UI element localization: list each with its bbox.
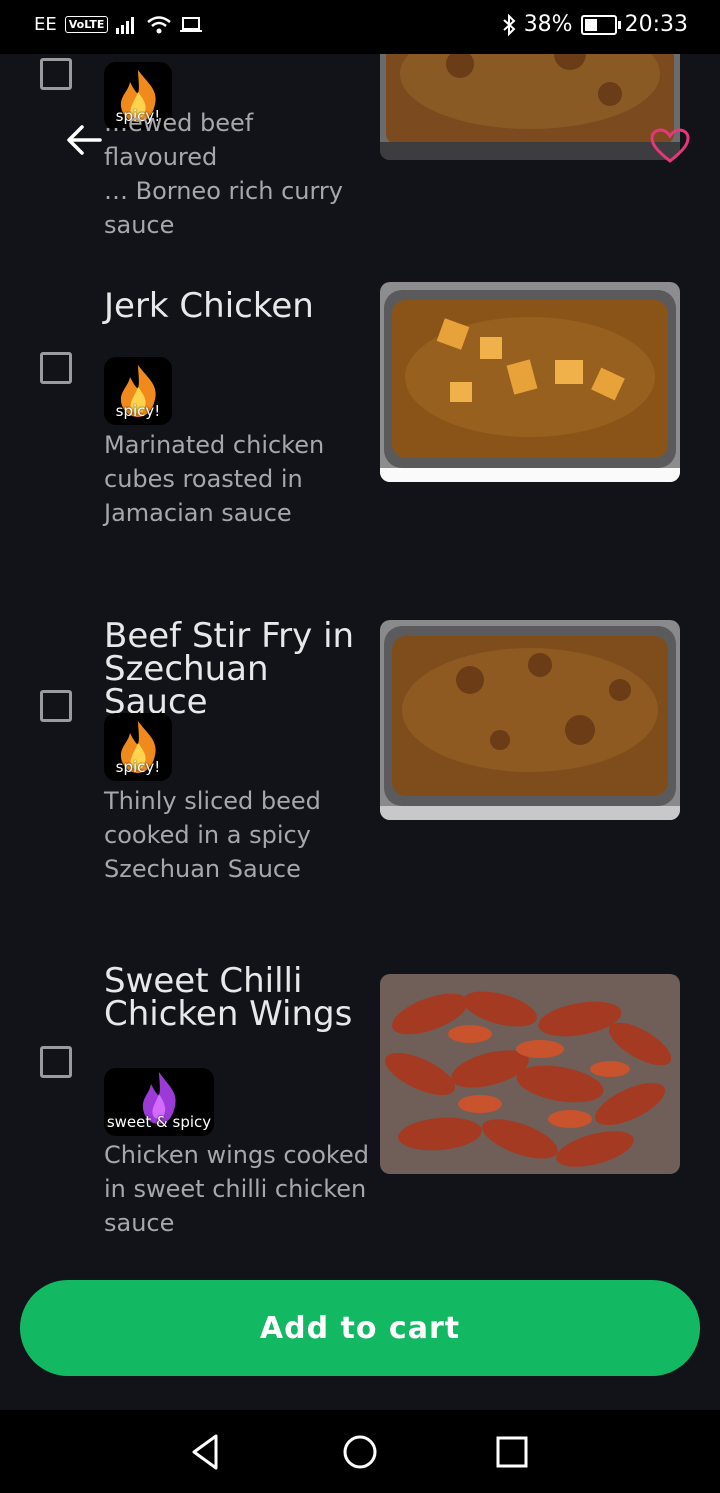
menu-item-list[interactable]: spicy! …ewed beef flavoured … Borneo ric…: [0, 54, 720, 1410]
item-description: Marinated chicken cubes roasted in Jamac…: [104, 431, 325, 527]
signal-icon: [116, 16, 135, 34]
laptop-icon: [180, 16, 203, 32]
nav-recents-icon[interactable]: [490, 1430, 534, 1474]
battery-percent: 38%: [523, 12, 573, 37]
item-name: Beef Stir Fry in Szechuan Sauce: [104, 616, 355, 722]
clock: 20:33: [624, 12, 688, 37]
bluetooth-icon: [503, 13, 516, 36]
badge-label: spicy!: [115, 402, 161, 420]
sweet-spicy-badge: sweet & spicy: [104, 1068, 214, 1136]
item-description: Thinly sliced beed cooked in a spicy Sze…: [104, 787, 321, 883]
badge-label: spicy!: [115, 758, 161, 776]
badge-label: sweet & spicy: [106, 1113, 212, 1131]
volte-badge: VoLTE: [64, 16, 109, 33]
add-to-cart-button[interactable]: Add to cart: [20, 1280, 700, 1376]
item-checkbox[interactable]: [40, 352, 72, 384]
carrier-label: EE: [34, 14, 57, 35]
system-nav-bar: [0, 1410, 720, 1493]
status-bar: EE VoLTE 38% 20:33: [0, 0, 720, 54]
item-name: Sweet Chilli Chicken Wings: [104, 961, 353, 1034]
food-image: [380, 620, 680, 820]
food-image: [380, 282, 680, 482]
wifi-icon: [147, 15, 172, 33]
spicy-badge: spicy!: [104, 713, 172, 781]
item-checkbox[interactable]: [40, 58, 72, 90]
nav-home-icon[interactable]: [338, 1430, 382, 1474]
food-image: [380, 974, 680, 1174]
back-arrow-icon[interactable]: [64, 120, 104, 160]
item-name: Jerk Chicken: [104, 286, 314, 326]
battery-icon: [580, 14, 621, 35]
item-checkbox[interactable]: [40, 1046, 72, 1078]
item-description: Chicken wings cooked in sweet chilli chi…: [104, 1141, 369, 1237]
heart-icon[interactable]: [650, 128, 690, 164]
food-image: [380, 54, 680, 160]
nav-back-icon[interactable]: [184, 1430, 228, 1474]
item-description: …ewed beef flavoured … Borneo rich curry…: [104, 109, 344, 239]
item-checkbox[interactable]: [40, 690, 72, 722]
spicy-badge: spicy!: [104, 357, 172, 425]
